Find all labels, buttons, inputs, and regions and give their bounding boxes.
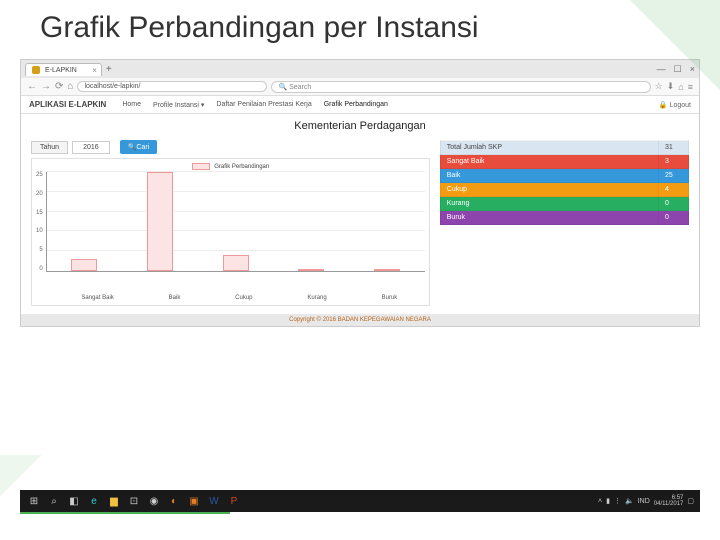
stat-label: Buruk [440,211,658,225]
stat-value: 4 [659,183,689,197]
stat-row-kurang: Kurang0 [440,197,688,211]
taskview-icon[interactable]: ◧ [66,493,82,509]
stat-label: Total Jumlah SKP [440,141,658,155]
y-tick: 5 [36,247,43,253]
reload-icon[interactable]: ⟳ [55,81,63,92]
slide-title: Grafik Perbandingan per Instansi [0,0,720,51]
favicon-icon [32,66,40,74]
search-input[interactable]: 🔍 Search [271,81,650,93]
stat-row-baik: Baik25 [440,169,688,183]
stat-value: 0 [659,197,689,211]
chrome-icon[interactable]: ◉ [146,493,162,509]
chart-x-axis: Sangat Baik Baik Cukup Kurang Buruk [54,295,425,301]
stat-label: Sangat Baik [440,155,658,169]
chart-grid [46,172,425,272]
chart-legend: Grafik Perbandingan [36,163,425,170]
stat-label: Kurang [440,197,658,211]
x-tick: Baik [169,295,181,301]
stat-row-buruk: Buruk0 [440,211,688,225]
forward-icon[interactable]: → [41,81,51,92]
stat-value: 0 [659,211,689,225]
tray-wifi-icon[interactable]: ⋮ [614,497,621,505]
y-tick: 0 [36,266,43,272]
new-tab-button[interactable]: + [106,64,112,75]
year-select[interactable]: 2016 [72,141,110,154]
y-tick: 10 [36,228,43,234]
clock-date: 04/11/2017 [654,501,684,507]
browser-window: E-LAPKIN × + — ☐ × ← → ⟳ ⌂ localhost/e-l… [20,59,700,327]
search-task-icon[interactable]: ⌕ [46,493,62,509]
bar-sangat-baik [71,259,97,271]
legend-swatch-icon [192,163,210,170]
y-tick: 25 [36,172,43,178]
y-tick: 20 [36,191,43,197]
word-icon[interactable]: W [206,493,222,509]
y-tick: 15 [36,210,43,216]
search-placeholder: Search [289,84,311,91]
nav-home[interactable]: Home [122,101,141,108]
windows-taskbar: ⊞ ⌕ ◧ e ▆ ⊡ ◉ ◐ ▣ W P ˄ ▮ ⋮ 🔈 IND 6:57 0… [20,490,700,512]
chart-y-axis: 25 20 15 10 5 0 [36,172,46,272]
stat-row-cukup: Cukup4 [440,183,688,197]
nav-grafik[interactable]: Grafik Perbandingan [324,101,388,108]
start-icon[interactable]: ⊞ [26,493,42,509]
filter-label: Tahun [31,141,68,154]
bar-baik [147,172,173,271]
tray-volume-icon[interactable]: 🔈 [625,497,634,505]
explorer-icon[interactable]: ▆ [106,493,122,509]
firefox-icon[interactable]: ◐ [166,493,182,509]
tray-battery-icon[interactable]: ▮ [606,497,610,505]
search-icon: 🔍 [278,84,287,91]
chart-bars [47,172,425,271]
search-btn-label: Cari [136,144,149,151]
nav-profile[interactable]: Profile Instansi ▾ [153,101,204,109]
chart-container: Grafik Perbandingan 25 20 15 10 5 0 Sangat Ba… [31,158,430,306]
stat-value: 31 [659,141,689,155]
home-icon[interactable]: ⌂ [67,81,73,92]
x-tick: Cukup [235,295,252,301]
x-tick: Kurang [307,295,326,301]
x-tick: Buruk [382,295,398,301]
legend-label: Grafik Perbandingan [214,164,269,170]
stat-row-total-jumlah-skp: Total Jumlah SKP31 [440,141,688,155]
url-input[interactable]: localhost/e-lapkin/ [77,81,267,92]
app-navbar: APLIKASI E-LAPKIN Home Profile Instansi … [21,96,699,114]
browser-tab-strip: E-LAPKIN × + — ☐ × [21,60,699,78]
notification-icon[interactable]: ▢ [687,497,694,505]
app-brand: APLIKASI E-LAPKIN [29,100,106,109]
nav-daftar[interactable]: Daftar Penilaian Prestasi Kerja [216,101,311,108]
store-icon[interactable]: ⊡ [126,493,142,509]
page-title: Kementerian Perdagangan [21,114,699,136]
search-button[interactable]: 🔍Cari [120,140,158,154]
stat-value: 3 [659,155,689,169]
ppt-icon[interactable]: P [226,493,242,509]
system-tray: ˄ ▮ ⋮ 🔈 IND 6:57 04/11/2017 ▢ [598,495,694,507]
stat-value: 25 [659,169,689,183]
filter-row: Tahun 2016 🔍Cari [31,140,430,154]
taskbar-clock[interactable]: 6:57 04/11/2017 [654,495,684,507]
stat-row-sangat-baik: Sangat Baik3 [440,155,688,169]
tray-lang[interactable]: IND [638,498,650,505]
bar-cukup [223,255,249,271]
close-tab-icon[interactable]: × [92,66,97,75]
xampp-icon[interactable]: ▣ [186,493,202,509]
bar-buruk [374,269,400,271]
x-tick: Sangat Baik [81,295,113,301]
footer-copyright: Copyright © 2016 BADAN KEPEGAWAIAN NEGAR… [21,314,699,326]
stat-label: Cukup [440,183,658,197]
back-icon[interactable]: ← [27,81,37,92]
tray-chevron-icon[interactable]: ˄ [598,498,602,505]
browser-tab[interactable]: E-LAPKIN × [25,63,102,76]
browser-toolbar: ← → ⟳ ⌂ localhost/e-lapkin/ 🔍 Search ☆ ⬇… [21,78,699,96]
bar-kurang [298,269,324,271]
tab-title: E-LAPKIN [45,66,77,73]
stat-label: Baik [440,169,658,183]
stats-table: Total Jumlah SKP31Sangat Baik3Baik25Cuku… [440,140,689,225]
logout-link[interactable]: Logout [659,101,691,109]
edge-icon[interactable]: e [86,493,102,509]
